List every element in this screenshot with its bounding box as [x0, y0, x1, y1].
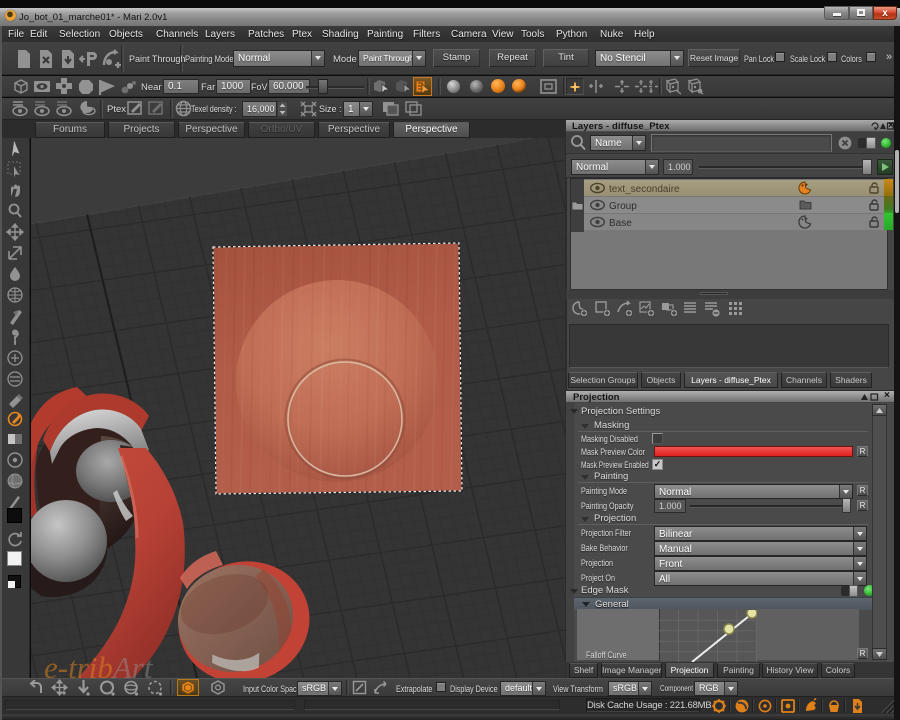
svg-text:e-tribArt: e-tribArt [44, 650, 154, 678]
